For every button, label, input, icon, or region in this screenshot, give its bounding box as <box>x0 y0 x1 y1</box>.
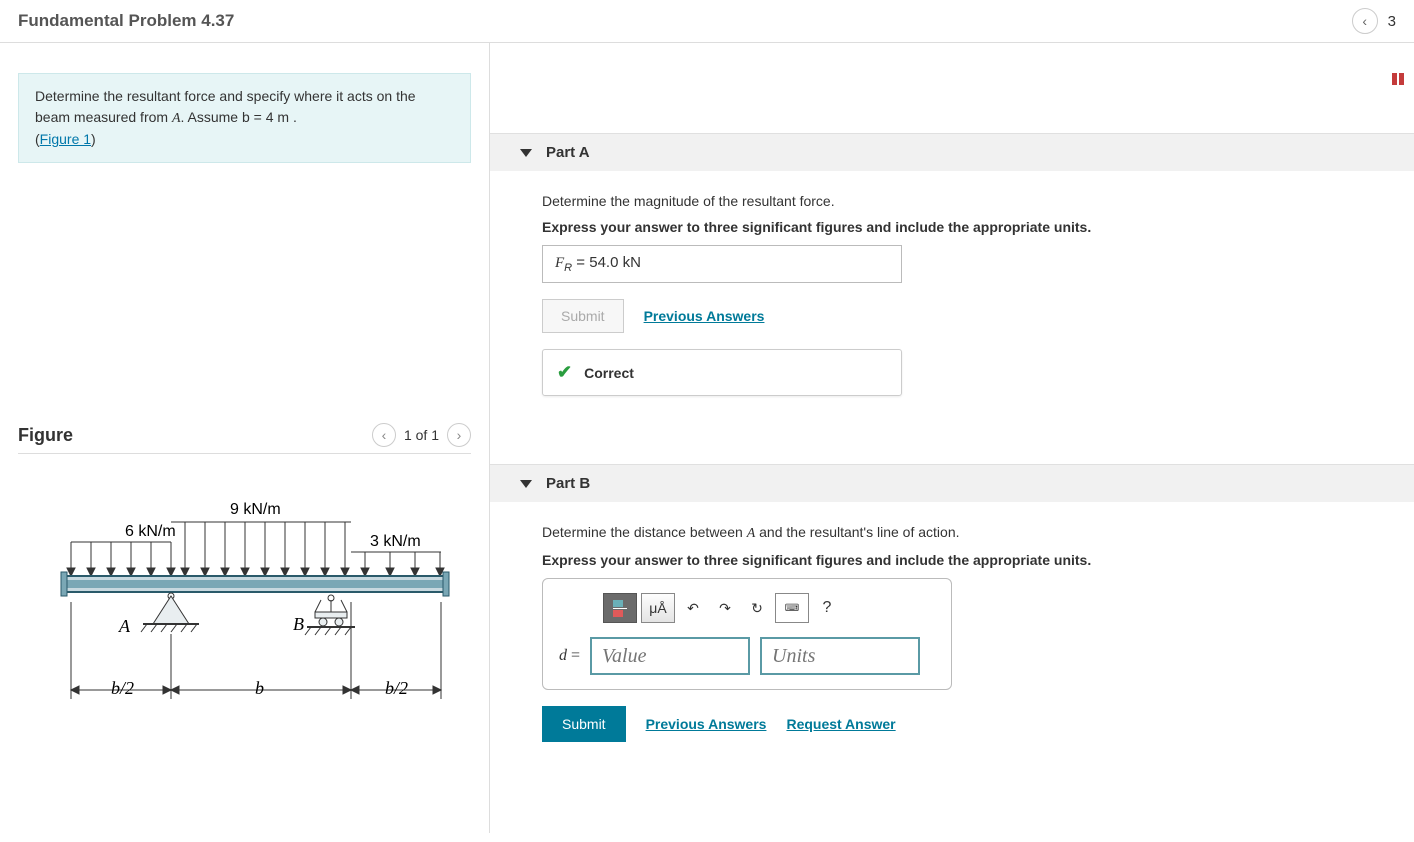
label-A: A <box>118 616 131 636</box>
support-B <box>305 595 355 635</box>
partA-q2: Express your answer to three significant… <box>542 219 1384 235</box>
partA-submit-button: Submit <box>542 299 624 333</box>
figure-link[interactable]: Figure 1 <box>40 131 91 147</box>
figure-next-button[interactable]: › <box>447 423 471 447</box>
tool-fraction-button[interactable] <box>603 593 637 623</box>
page-number: 3 <box>1388 13 1396 30</box>
partB-units-input[interactable] <box>760 637 920 675</box>
partB-submit-button[interactable]: Submit <box>542 706 626 742</box>
figure-counter: 1 of 1 <box>404 427 439 443</box>
label-load-mid: 9 kN/m <box>230 501 281 518</box>
figure-nav: ‹ 1 of 1 › <box>372 423 471 447</box>
figure-header: Figure ‹ 1 of 1 › <box>18 423 471 454</box>
flag-icon[interactable] <box>1392 73 1404 85</box>
label-load-left: 6 kN/m <box>125 523 176 540</box>
partB-q1-prefix: Determine the distance between <box>542 524 747 540</box>
partA-title: Part A <box>546 144 590 161</box>
partB-q1: Determine the distance between A and the… <box>542 524 1384 542</box>
partB-value-input[interactable] <box>590 637 750 675</box>
tool-help-button[interactable]: ? <box>813 593 841 623</box>
label-load-right: 3 kN/m <box>370 533 421 550</box>
problem-statement: Determine the resultant force and specif… <box>18 73 471 163</box>
main-content: Determine the resultant force and specif… <box>0 43 1414 833</box>
partA-feedback-text: Correct <box>584 365 634 381</box>
partB-request-answer-link[interactable]: Request Answer <box>786 716 895 732</box>
partA-answer: FR = 54.0 kN <box>542 245 902 283</box>
problem-title: Fundamental Problem 4.37 <box>18 11 234 31</box>
partA-value: 54.0 kN <box>589 254 641 271</box>
support-A <box>141 593 199 632</box>
label-dim3: b/2 <box>385 678 408 698</box>
tool-redo-button[interactable]: ↷ <box>711 593 739 623</box>
prev-page-button[interactable]: ‹ <box>1352 8 1378 34</box>
partB-input-container: μÅ ↶ ↷ ↻ ⌨ ? d = <box>542 578 952 690</box>
partA-sub: R <box>564 262 572 274</box>
problem-text-2: . Assume b = 4 m . <box>181 109 297 125</box>
tool-reset-button[interactable]: ↻ <box>743 593 771 623</box>
collapse-icon <box>520 480 532 488</box>
partB-var-label: d = <box>559 647 580 665</box>
partB-prev-answers-link[interactable]: Previous Answers <box>646 716 767 732</box>
tool-keyboard-button[interactable]: ⌨ <box>775 593 809 623</box>
figure-prev-button[interactable]: ‹ <box>372 423 396 447</box>
partB-q1-suffix: and the resultant's line of action. <box>755 524 959 540</box>
partA-eq: = <box>572 254 589 271</box>
figure-title: Figure <box>18 425 73 446</box>
beam-svg: 6 kN/m 9 kN/m 3 kN/m <box>35 494 455 724</box>
partB-buttons: Submit Previous Answers Request Answer <box>542 706 1384 742</box>
collapse-icon <box>520 149 532 157</box>
partB-body: Determine the distance between A and the… <box>490 502 1414 760</box>
partA-feedback: ✔ Correct <box>542 349 902 396</box>
partB-title: Part B <box>546 475 590 492</box>
tool-units-button[interactable]: μÅ <box>641 593 675 623</box>
partB-q2: Express your answer to three significant… <box>542 552 1384 568</box>
partA-var: F <box>555 255 564 271</box>
page-header: Fundamental Problem 4.37 ‹ 3 <box>0 0 1414 43</box>
header-nav: ‹ 3 <box>1352 8 1396 34</box>
tool-undo-button[interactable]: ↶ <box>679 593 707 623</box>
left-panel: Determine the resultant force and specif… <box>0 43 490 833</box>
partB-q1-var: A <box>747 526 756 541</box>
partA-prev-answers-link[interactable]: Previous Answers <box>644 308 765 324</box>
right-panel: Part A Determine the magnitude of the re… <box>490 43 1414 833</box>
partA-q1: Determine the magnitude of the resultant… <box>542 193 1384 209</box>
figure-diagram: 6 kN/m 9 kN/m 3 kN/m <box>18 494 471 724</box>
partB-header[interactable]: Part B <box>490 464 1414 502</box>
label-B: B <box>293 614 304 634</box>
partA-buttons: Submit Previous Answers <box>542 299 1384 333</box>
partB-input-row: d = <box>559 637 935 675</box>
check-icon: ✔ <box>557 362 572 383</box>
label-dim2: b <box>255 678 264 698</box>
partB-toolbar: μÅ ↶ ↷ ↻ ⌨ ? <box>603 593 935 623</box>
label-dim1: b/2 <box>111 678 134 698</box>
partA-header[interactable]: Part A <box>490 133 1414 171</box>
problem-var-A: A <box>172 111 181 126</box>
partA-body: Determine the magnitude of the resultant… <box>490 171 1414 414</box>
